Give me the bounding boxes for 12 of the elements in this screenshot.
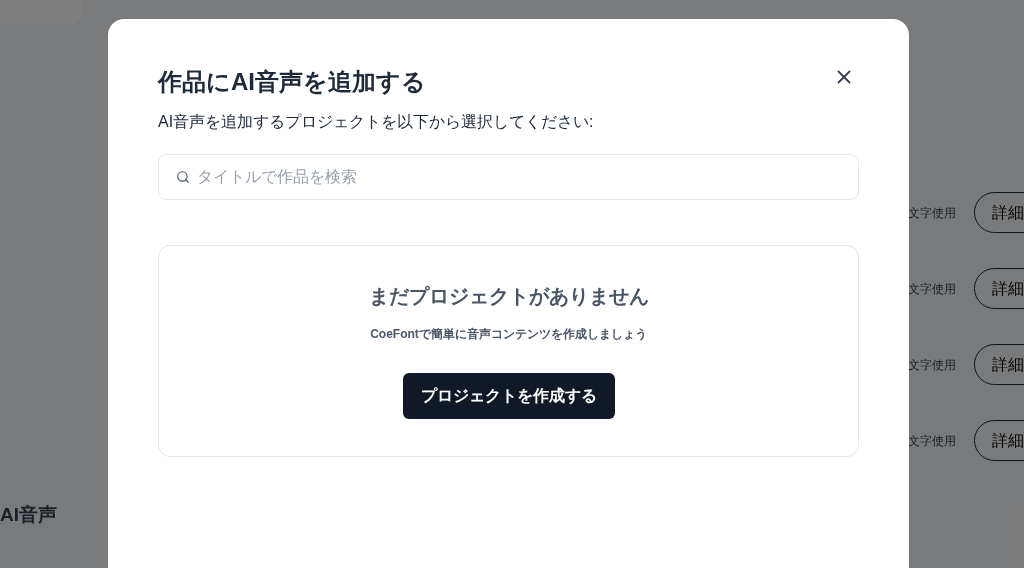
dialog-title: 作品にAI音声を追加する — [158, 67, 426, 97]
section-title: AI音声 — [0, 503, 58, 527]
search-field[interactable]: タイトルで作品を検索 — [158, 154, 859, 200]
usage-label: 文字使用 — [908, 280, 956, 298]
empty-message: CoeFontで簡単に音声コンテンツを作成しましょう — [370, 326, 647, 343]
create-project-button[interactable]: プロジェクトを作成する — [402, 373, 615, 419]
search-icon — [176, 170, 190, 184]
usage-label: 文字使用 — [908, 204, 956, 222]
instruction-text: AI音声を追加するプロジェクトを以下から選択してください: — [158, 112, 595, 132]
usage-label: 文字使用 — [908, 432, 956, 450]
empty-heading: まだプロジェクトがありません — [368, 284, 649, 309]
usage-label: 文字使用 — [908, 356, 956, 374]
